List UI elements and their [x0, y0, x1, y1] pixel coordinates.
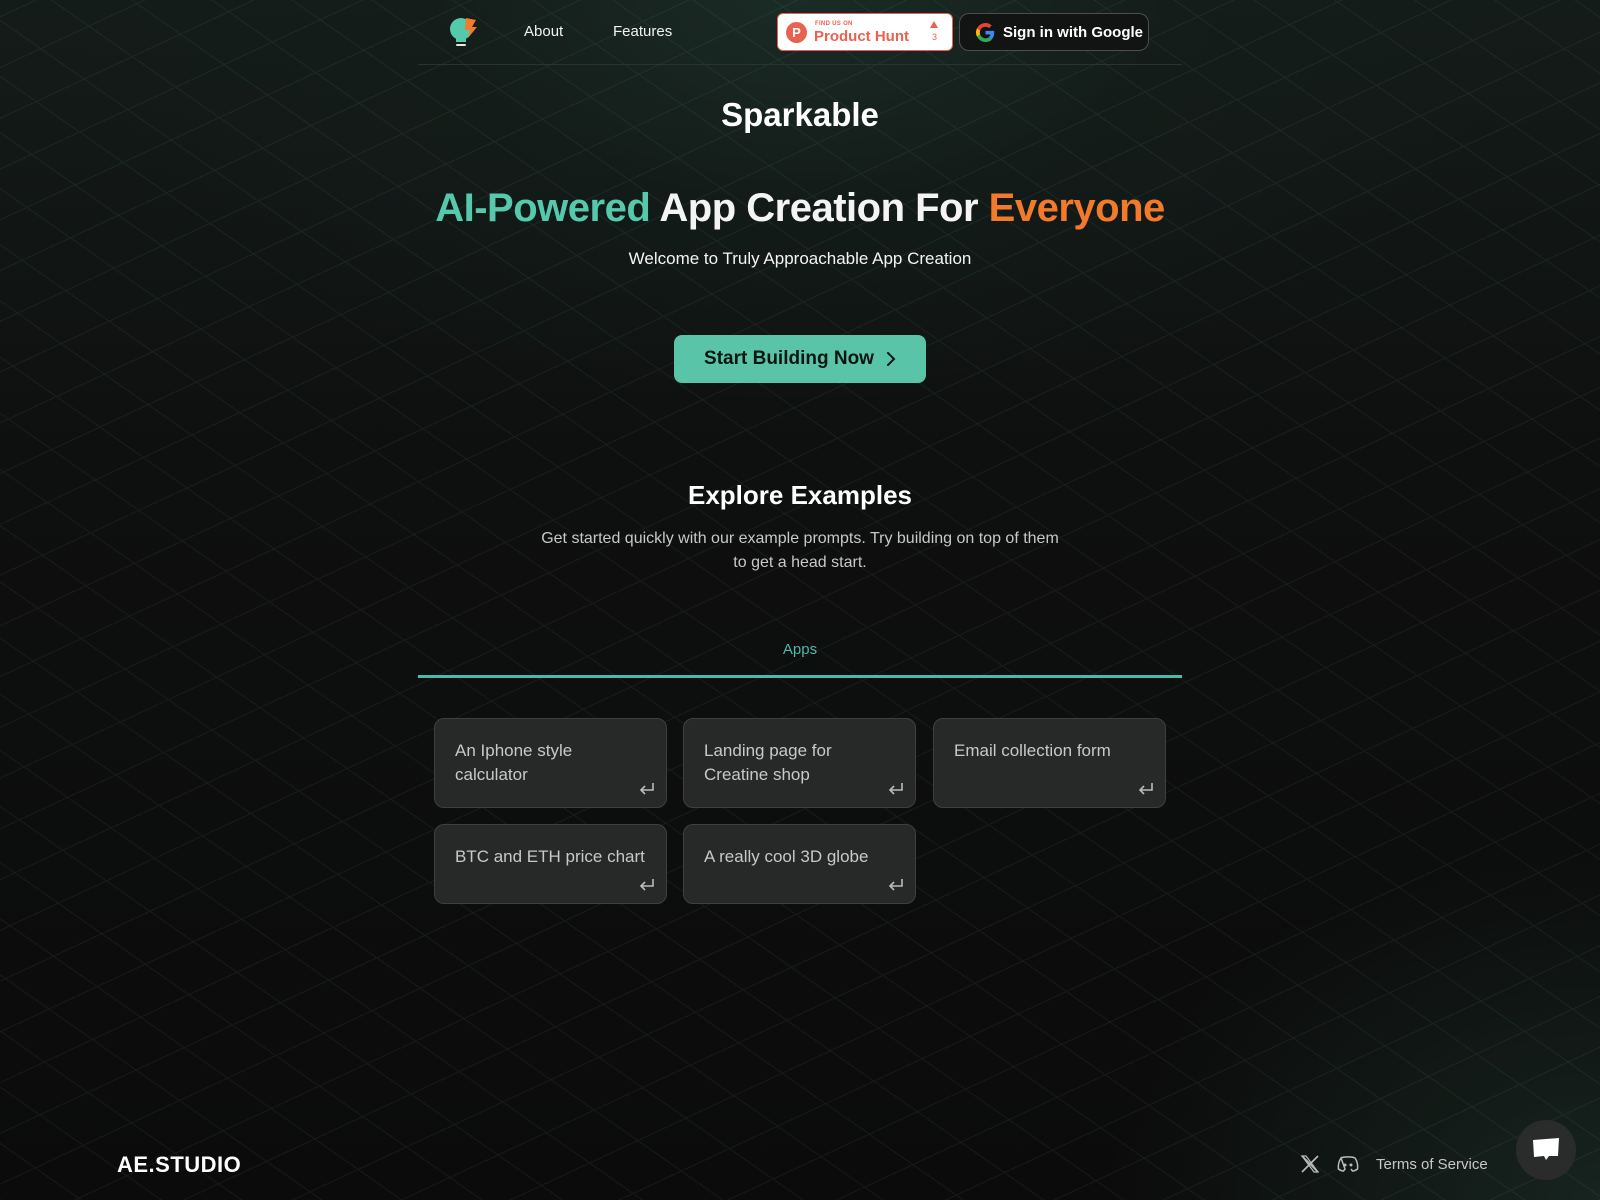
- explore-title: Explore Examples: [688, 480, 912, 510]
- hero-title: AI-Powered App Creation For Everyone: [0, 186, 1600, 231]
- product-hunt-small-label: FIND US ON: [815, 21, 853, 27]
- hero-title-accent: AI-Powered: [435, 186, 651, 230]
- tab-apps[interactable]: Apps: [418, 641, 1182, 658]
- example-card-label: A really cool 3D globe: [704, 847, 869, 866]
- enter-icon: [1138, 783, 1153, 795]
- brand-title: Sparkable: [721, 96, 879, 133]
- product-hunt-icon: P: [786, 22, 807, 43]
- example-card-crypto-chart[interactable]: BTC and ETH price chart: [434, 824, 667, 904]
- start-building-button[interactable]: Start Building Now: [674, 335, 926, 383]
- footer-brand-logo[interactable]: AE.STUDIO: [117, 1152, 241, 1178]
- example-card-label: Email collection form: [954, 741, 1111, 760]
- chat-icon: [1533, 1138, 1559, 1160]
- example-card-label: BTC and ETH price chart: [455, 847, 645, 866]
- x-twitter-icon[interactable]: [1300, 1154, 1320, 1174]
- example-tabs: Apps: [418, 625, 1182, 678]
- sign-in-google-label: Sign in with Google: [1003, 23, 1143, 41]
- upvote-count: 3: [931, 32, 937, 42]
- chat-widget-button[interactable]: [1516, 1120, 1576, 1180]
- product-hunt-label: Product Hunt: [814, 28, 909, 45]
- google-icon: [976, 22, 995, 42]
- discord-icon[interactable]: [1337, 1155, 1359, 1173]
- enter-icon: [639, 879, 654, 891]
- top-navbar: About Features P FIND US ON Product Hunt…: [418, 0, 1182, 65]
- terms-of-service-link[interactable]: Terms of Service: [1376, 1156, 1488, 1173]
- example-card-email-form[interactable]: Email collection form: [933, 718, 1166, 808]
- hero-title-main: App Creation For: [650, 186, 989, 230]
- enter-icon: [888, 783, 903, 795]
- example-card-calculator[interactable]: An Iphone style calculator: [434, 718, 667, 808]
- example-card-creatine-landing[interactable]: Landing page for Creatine shop: [683, 718, 916, 808]
- sign-in-google-button[interactable]: Sign in with Google: [959, 13, 1149, 51]
- nav-features[interactable]: Features: [613, 23, 672, 40]
- example-card-label: Landing page for Creatine shop: [704, 741, 832, 784]
- lightbulb-spark-icon[interactable]: [448, 16, 478, 50]
- hero-subtitle: Welcome to Truly Approachable App Creati…: [628, 249, 972, 268]
- enter-icon: [639, 783, 654, 795]
- product-hunt-badge[interactable]: P FIND US ON Product Hunt 3: [777, 13, 953, 51]
- example-card-3d-globe[interactable]: A really cool 3D globe: [683, 824, 916, 904]
- example-card-label: An Iphone style calculator: [455, 741, 573, 784]
- explore-subtitle: Get started quickly with our example pro…: [541, 530, 1059, 571]
- enter-icon: [888, 879, 903, 891]
- nav-about[interactable]: About: [524, 23, 563, 40]
- hero-title-orange: Everyone: [988, 186, 1166, 230]
- chevron-right-icon: [886, 352, 896, 366]
- start-building-label: Start Building Now: [704, 348, 874, 369]
- upvote-arrow-icon: [930, 21, 938, 28]
- background-grid: [0, 0, 1600, 1200]
